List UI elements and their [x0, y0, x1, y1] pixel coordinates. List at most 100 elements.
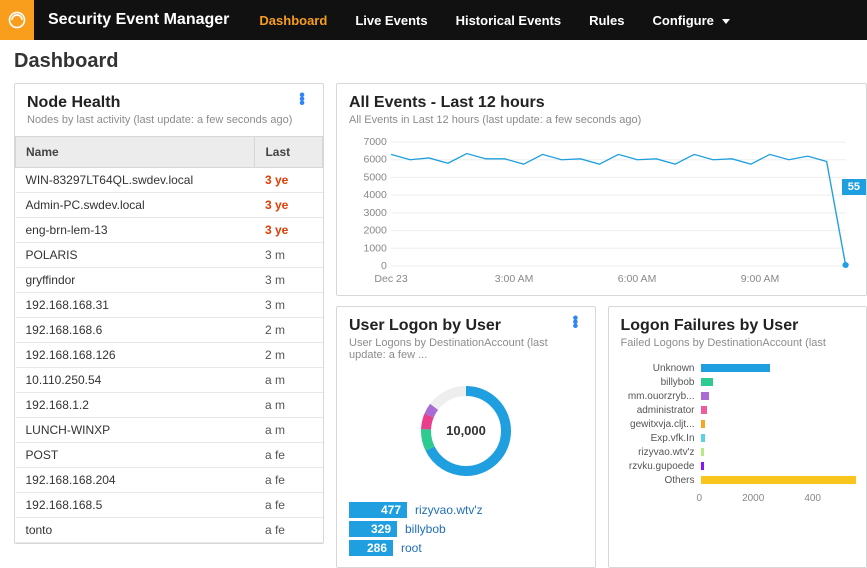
table-row[interactable]: WIN-83297LT64QL.swdev.local3 ye	[16, 168, 323, 193]
all-events-title: All Events - Last 12 hours	[349, 94, 641, 112]
nav-live-events[interactable]: Live Events	[355, 13, 427, 28]
node-name: POST	[16, 443, 255, 468]
hbar-label: rizyvao.wtv'z	[619, 447, 701, 458]
bar-value: 329	[349, 521, 397, 537]
list-item[interactable]: rzvku.gupoede	[619, 459, 857, 473]
nav-dashboard[interactable]: Dashboard	[259, 13, 327, 28]
node-name: POLARIS	[16, 243, 255, 268]
nav-historical-events[interactable]: Historical Events	[456, 13, 562, 28]
hbar-label: mm.ouorzryb...	[619, 391, 701, 402]
list-item[interactable]: gewitxvja.cljt...	[619, 417, 857, 431]
node-last: a m	[255, 393, 323, 418]
axis-tick: 400	[804, 493, 821, 504]
svg-text:4000: 4000	[363, 190, 387, 201]
svg-text:9:00 AM: 9:00 AM	[741, 274, 780, 285]
hbar-bar	[701, 448, 705, 456]
brand-title: Security Event Manager	[48, 11, 229, 29]
table-row[interactable]: tontoa fe	[16, 518, 323, 543]
node-last: a fe	[255, 443, 323, 468]
panel-menu-button[interactable]: •••	[293, 94, 311, 106]
list-item[interactable]: administrator	[619, 403, 857, 417]
list-item[interactable]: Others	[619, 473, 857, 487]
table-row[interactable]: 192.168.168.313 m	[16, 293, 323, 318]
svg-text:6000: 6000	[363, 155, 387, 166]
list-item[interactable]: billybob	[619, 375, 857, 389]
table-row[interactable]: 10.110.250.54a m	[16, 368, 323, 393]
table-row[interactable]: gryffindor3 m	[16, 268, 323, 293]
list-item[interactable]: 477rizyvao.wtv'z	[349, 502, 583, 518]
bar-value: 286	[349, 540, 393, 556]
solarwinds-icon	[7, 10, 27, 30]
svg-text:7000: 7000	[363, 137, 387, 148]
svg-text:1000: 1000	[363, 243, 387, 254]
node-last: 3 ye	[255, 168, 323, 193]
chevron-down-icon	[722, 19, 730, 24]
hbar-label: administrator	[619, 405, 701, 416]
donut-total: 10,000	[446, 423, 486, 438]
list-item[interactable]: 286root	[349, 540, 583, 556]
svg-text:6:00 AM: 6:00 AM	[618, 274, 657, 285]
node-health-title: Node Health	[27, 94, 292, 112]
hbar-label: Exp.vfk.In	[619, 433, 701, 444]
hbar-bar	[701, 378, 713, 386]
node-health-subtitle: Nodes by last activity (last update: a f…	[27, 114, 292, 126]
svg-text:2000: 2000	[363, 226, 387, 237]
hbar-bar	[701, 420, 706, 428]
node-name: 192.168.168.126	[16, 343, 255, 368]
node-last: 3 m	[255, 243, 323, 268]
table-row[interactable]: POLARIS3 m	[16, 243, 323, 268]
bar-label: rizyvao.wtv'z	[415, 503, 483, 517]
hbar-label: gewitxvja.cljt...	[619, 419, 701, 430]
svg-text:3000: 3000	[363, 208, 387, 219]
node-health-table: Name Last WIN-83297LT64QL.swdev.local3 y…	[15, 136, 323, 543]
list-item[interactable]: rizyvao.wtv'z	[619, 445, 857, 459]
table-row[interactable]: POSTa fe	[16, 443, 323, 468]
svg-text:3:00 AM: 3:00 AM	[495, 274, 534, 285]
nav-configure[interactable]: Configure	[652, 13, 729, 28]
node-name: 192.168.168.5	[16, 493, 255, 518]
node-name: Admin-PC.swdev.local	[16, 193, 255, 218]
node-name: tonto	[16, 518, 255, 543]
hbar-bar	[701, 392, 709, 400]
node-name: WIN-83297LT64QL.swdev.local	[16, 168, 255, 193]
panel-logon-failures: Logon Failures by User Failed Logons by …	[608, 306, 867, 568]
table-row[interactable]: 192.168.168.62 m	[16, 318, 323, 343]
logon-failures-chart[interactable]: Unknown billybob mm.ouorzryb... administrat…	[609, 355, 867, 491]
hbar-bar	[701, 434, 705, 442]
list-item[interactable]: Exp.vfk.In	[619, 431, 857, 445]
table-row[interactable]: 192.168.168.5a fe	[16, 493, 323, 518]
dashboard-grid: Node Health Nodes by last activity (last…	[0, 83, 867, 568]
node-last: a fe	[255, 468, 323, 493]
hbar-bar	[701, 462, 704, 470]
nav-configure-label: Configure	[652, 13, 713, 28]
node-last: 2 m	[255, 343, 323, 368]
node-name: eng-brn-lem-13	[16, 218, 255, 243]
table-row[interactable]: Admin-PC.swdev.local3 ye	[16, 193, 323, 218]
col-last[interactable]: Last	[255, 137, 323, 168]
list-item[interactable]: mm.ouorzryb...	[619, 389, 857, 403]
table-row[interactable]: 192.168.168.204a fe	[16, 468, 323, 493]
panel-menu-button[interactable]: •••	[568, 317, 582, 329]
node-last: 3 ye	[255, 218, 323, 243]
brand-logo[interactable]	[0, 0, 34, 40]
hbar-label: billybob	[619, 377, 701, 388]
all-events-chart[interactable]: 01000200030004000500060007000 Dec 233:00…	[337, 132, 866, 295]
hbar-label: Others	[619, 475, 701, 486]
node-name: LUNCH-WINXP	[16, 418, 255, 443]
user-logon-donut[interactable]: 10,000	[337, 367, 595, 502]
hbar-bar	[701, 406, 707, 414]
table-row[interactable]: eng-brn-lem-133 ye	[16, 218, 323, 243]
list-item[interactable]: Unknown	[619, 361, 857, 375]
node-name: 192.168.168.204	[16, 468, 255, 493]
hbar-bar	[701, 476, 857, 484]
table-row[interactable]: 192.168.168.1262 m	[16, 343, 323, 368]
logon-failures-title: Logon Failures by User	[621, 317, 826, 335]
table-row[interactable]: 192.168.1.2a m	[16, 393, 323, 418]
node-last: a m	[255, 368, 323, 393]
table-row[interactable]: LUNCH-WINXPa m	[16, 418, 323, 443]
node-name: 192.168.1.2	[16, 393, 255, 418]
nav-rules[interactable]: Rules	[589, 13, 624, 28]
col-name[interactable]: Name	[16, 137, 255, 168]
svg-text:Dec 23: Dec 23	[374, 274, 408, 285]
list-item[interactable]: 329billybob	[349, 521, 583, 537]
